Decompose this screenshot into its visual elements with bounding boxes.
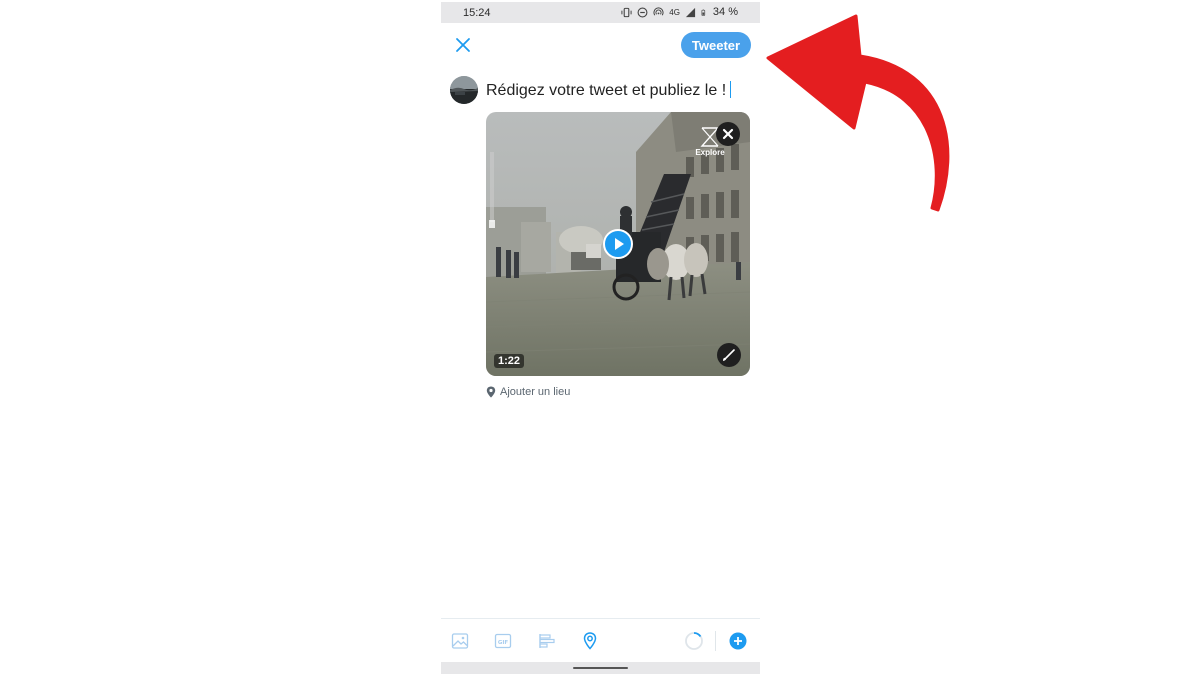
add-thread-icon xyxy=(729,632,747,650)
gif-icon: GIF xyxy=(494,633,512,649)
video-duration: 1:22 xyxy=(494,354,525,368)
add-gif-button[interactable]: GIF xyxy=(493,631,513,651)
play-icon xyxy=(615,238,624,250)
tweet-button[interactable]: Tweeter xyxy=(681,32,751,58)
add-poll-button[interactable] xyxy=(537,631,557,651)
poll-icon xyxy=(539,634,555,648)
location-icon xyxy=(583,632,597,650)
compose-placeholder: Rédigez votre tweet et publiez le ! xyxy=(486,82,727,99)
screenshot-stage: 15:24 4G 34 % Tweeter Rédigez votre twee… xyxy=(0,0,1200,675)
annotation-arrow xyxy=(766,14,950,212)
add-thread-button[interactable] xyxy=(728,631,748,651)
vibrate-icon xyxy=(621,7,632,17)
video-attachment[interactable]: Explore 1:22 xyxy=(486,112,750,376)
avatar[interactable] xyxy=(450,76,478,104)
phone-screen: 15:24 4G 34 % Tweeter Rédigez votre twee… xyxy=(441,2,760,674)
system-navigation-bar xyxy=(441,662,760,674)
paintbrush-icon xyxy=(723,349,735,361)
home-gesture-handle[interactable] xyxy=(573,667,628,669)
play-button[interactable] xyxy=(603,229,633,259)
character-counter xyxy=(684,631,704,651)
status-icons: 4G 34 % xyxy=(621,6,738,18)
battery-level: 34 % xyxy=(712,6,738,18)
signal-icon xyxy=(685,7,696,17)
status-bar: 15:24 4G 34 % xyxy=(441,2,760,23)
hotspot-icon xyxy=(653,6,664,16)
image-icon xyxy=(451,633,469,649)
do-not-disturb-icon xyxy=(637,7,648,17)
text-caret xyxy=(730,81,732,98)
close-button[interactable] xyxy=(453,35,473,55)
avatar-image xyxy=(450,76,478,104)
close-icon xyxy=(456,38,470,52)
add-image-button[interactable] xyxy=(450,631,470,651)
add-location-button[interactable] xyxy=(580,631,600,651)
add-location-label: Ajouter un lieu xyxy=(500,386,571,398)
compose-toolbar: GIF xyxy=(441,618,760,662)
battery-icon xyxy=(701,9,706,16)
watermark-text: Explore xyxy=(695,148,725,157)
location-pin-icon xyxy=(486,386,496,398)
add-location-link[interactable]: Ajouter un lieu xyxy=(486,386,570,398)
network-type: 4G xyxy=(669,7,680,17)
toolbar-divider xyxy=(715,631,716,651)
edit-media-button[interactable] xyxy=(717,343,741,367)
remove-media-button[interactable] xyxy=(716,122,740,146)
close-icon xyxy=(722,128,734,140)
character-counter-icon xyxy=(685,632,703,650)
status-time: 15:24 xyxy=(463,7,491,19)
tweet-compose-input[interactable]: Rédigez votre tweet et publiez le ! xyxy=(486,81,732,100)
svg-text:GIF: GIF xyxy=(498,640,509,646)
